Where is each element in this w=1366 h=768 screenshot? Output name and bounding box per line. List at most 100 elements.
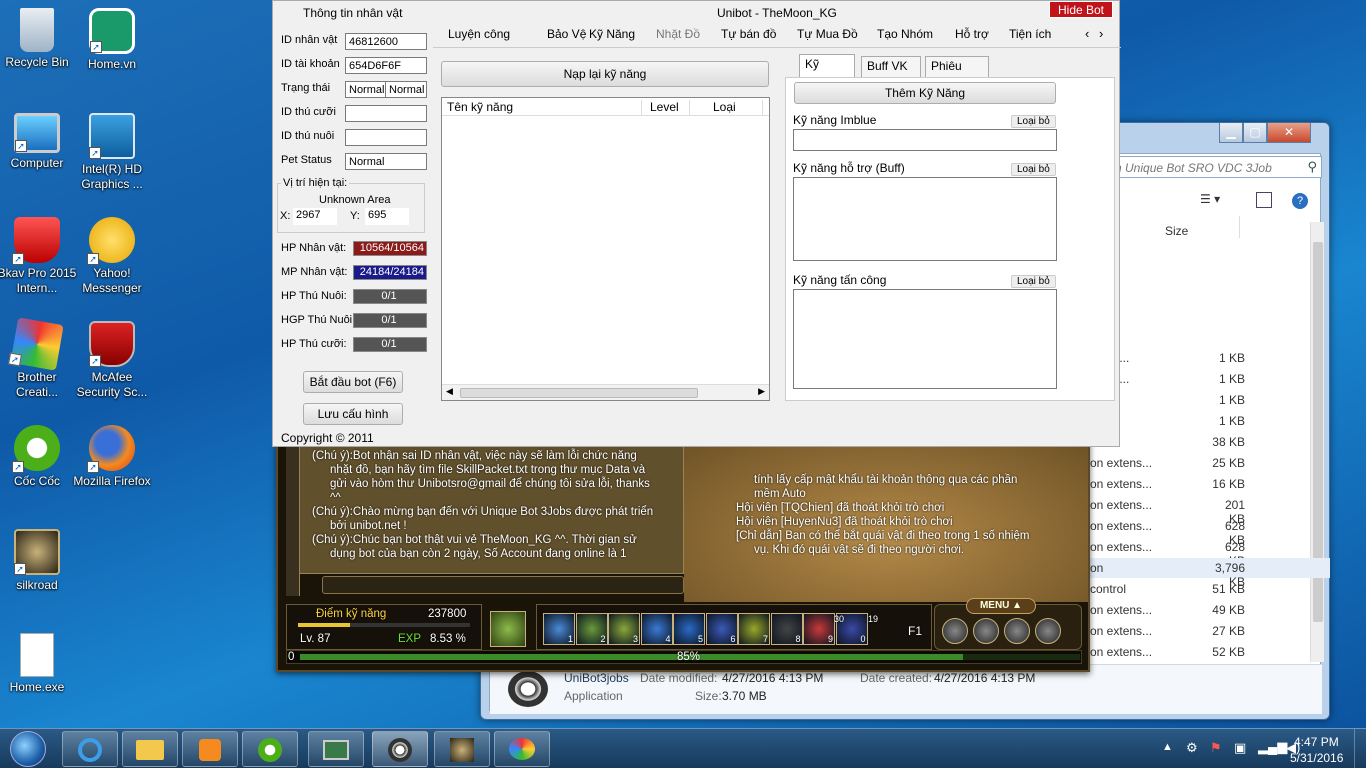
taskbar-coccoc[interactable] [242, 731, 298, 767]
desktop-icon-intel-hd[interactable]: ➚ Intel(R) HD Graphics ... [72, 113, 152, 192]
character-portrait[interactable] [490, 611, 526, 647]
menu-scroll-left-icon[interactable]: ‹ [1085, 26, 1089, 41]
close-button[interactable]: ✕ [1267, 123, 1311, 143]
skill-slot-9[interactable]: 9 [803, 613, 835, 645]
menu-scroll-right-icon[interactable]: › [1099, 26, 1103, 41]
game-menu-icon[interactable] [973, 618, 999, 644]
hscroll-thumb[interactable] [460, 388, 698, 398]
skill-tab-0[interactable]: Kỹ Năng [799, 54, 855, 90]
menu-tab-7[interactable]: Hỗ trợ [955, 27, 989, 41]
unibot-window[interactable]: Thông tin nhân vật Vị trí hiện tại: Unkn… [272, 0, 1121, 447]
taskbar-app[interactable] [308, 731, 364, 767]
menu-tab-5[interactable]: Tự Mua Đồ [797, 27, 858, 41]
desktop-icon-recycle-bin[interactable]: Recycle Bin [0, 8, 77, 70]
start-button[interactable] [10, 731, 46, 767]
remove-skill-button[interactable]: Loại bỏ [1011, 115, 1056, 128]
preview-pane-icon[interactable] [1256, 192, 1272, 208]
save-config-button[interactable]: Lưu cấu hình [303, 403, 403, 425]
show-desktop-button[interactable] [1354, 729, 1366, 768]
desktop-icon-home-exe[interactable]: Home.exe [0, 633, 77, 695]
remove-skill-button[interactable]: Loại bỏ [1011, 163, 1056, 176]
skill-tab-1[interactable]: Buff VK 2 [861, 56, 921, 92]
text-field[interactable]: 46812600 [345, 33, 427, 50]
text-field[interactable]: Normal [345, 153, 427, 170]
file-row[interactable]: n sett...1 KB [1090, 348, 1330, 368]
desktop-icon-computer[interactable]: ➚ Computer [0, 113, 77, 171]
file-row[interactable]: on extens... 16 KB [1090, 474, 1330, 494]
explorer-search-box[interactable]: h Unique Bot SRO VDC 3Job ⚲ [1112, 156, 1322, 178]
signal-icon[interactable]: ▂▄▆ [1258, 739, 1287, 755]
file-row[interactable]: on extens... 49 KB [1090, 600, 1330, 620]
file-row[interactable]: h File1 KB [1090, 411, 1330, 431]
taskbar-unibot[interactable] [372, 731, 428, 767]
taskbar-media[interactable] [182, 731, 238, 767]
remove-skill-button[interactable]: Loại bỏ [1011, 275, 1056, 288]
scroll-left-icon[interactable]: ◀ [446, 386, 453, 397]
file-row[interactable]: control 51 KB [1090, 579, 1330, 599]
table-hscrollbar[interactable]: ◀ ▶ [442, 384, 769, 400]
game-menu-icon[interactable] [1035, 618, 1061, 644]
skill-slot-8[interactable]: 8 [770, 613, 803, 645]
skill-slot-6[interactable]: 6 [705, 613, 738, 645]
skill-group-list[interactable] [793, 177, 1057, 261]
taskbar-paint[interactable] [494, 731, 550, 767]
text-field[interactable] [345, 105, 427, 122]
skill-slot-1[interactable]: 1 [543, 613, 575, 645]
help-icon[interactable]: ? [1292, 193, 1308, 209]
file-row[interactable]: on extens... 201 KB [1090, 495, 1330, 526]
view-options-icon[interactable]: ☰ ▾ [1200, 192, 1240, 210]
desktop-icon-silkroad[interactable]: ➚ silkroad [0, 529, 77, 593]
skill-table[interactable]: Tên kỹ năng Level Loại ◀ ▶ [441, 97, 770, 401]
menu-tab-0[interactable]: Luyện công [448, 27, 510, 41]
chat-scrollbar[interactable] [286, 446, 300, 596]
file-row[interactable]: n sett...1 KB [1090, 369, 1330, 389]
skill-slot-7[interactable]: 7 [738, 613, 770, 645]
skill-group-list[interactable] [793, 129, 1057, 151]
menu-tab-3[interactable]: Nhặt Đồ [656, 27, 700, 41]
menu-tab-1[interactable]: Bảo Vệ [547, 27, 586, 41]
size-column-header[interactable]: Size [1165, 224, 1188, 238]
hide-bot-button[interactable]: Hide Bot [1049, 1, 1113, 18]
clock-time[interactable]: 4:47 PM [1294, 735, 1339, 749]
skill-group-list[interactable] [793, 289, 1057, 389]
game-menu-icon[interactable] [942, 618, 968, 644]
show-hidden-icons[interactable]: ▲ [1162, 741, 1173, 753]
skill-slot-3[interactable]: 3 [608, 613, 640, 645]
game-menu-icon[interactable] [1004, 618, 1030, 644]
reload-skills-button[interactable]: Nạp lại kỹ năng [441, 61, 769, 87]
scroll-right-icon[interactable]: ▶ [758, 386, 765, 397]
file-row[interactable]: on 3,796 KB [1090, 558, 1330, 589]
chat-input[interactable] [322, 576, 684, 594]
desktop-icon-home-vn[interactable]: ➚ Home.vn [72, 8, 152, 72]
status-field-2[interactable]: Normal [385, 81, 427, 98]
skill-slot-2[interactable]: 2 [575, 613, 608, 645]
desktop-icon-coccoc[interactable]: ➚ Cốc Cốc [0, 425, 77, 489]
removable-device-icon[interactable]: ▣ [1234, 740, 1246, 756]
skill-slot-5[interactable]: 5 [673, 613, 705, 645]
file-row[interactable]: on extens... 52 KB [1090, 642, 1330, 662]
text-field[interactable] [345, 129, 427, 146]
column-level[interactable]: Level [650, 100, 690, 116]
desktop-icon-yahoo[interactable]: ➚ Yahoo! Messenger [72, 217, 152, 296]
game-menu-button[interactable]: MENU ▲ [966, 598, 1036, 614]
desktop-icon-brother[interactable]: ➚ Brother Creati... [0, 317, 77, 400]
file-row[interactable]: on extens... 25 KB [1090, 453, 1330, 473]
taskbar-silkroad[interactable] [434, 731, 490, 767]
taskbar-ie[interactable] [62, 731, 118, 767]
file-row[interactable]: nt1 KB [1090, 390, 1330, 410]
menu-tab-2[interactable]: Kỹ Năng [589, 27, 635, 41]
file-row[interactable]: on extens... 27 KB [1090, 621, 1330, 641]
file-row[interactable]: on extens...628 KB [1090, 516, 1330, 547]
desktop-icon-bkav[interactable]: ➚ Bkav Pro 2015 Intern... [0, 217, 77, 296]
status-field-1[interactable]: Normal [345, 81, 387, 98]
network-tray-icon[interactable]: ⚙ [1186, 740, 1198, 756]
text-field[interactable]: 654D6F6F [345, 57, 427, 74]
file-row[interactable]: File38 KB [1090, 432, 1330, 452]
start-bot-button[interactable]: Bắt đầu bot (F6) [303, 371, 403, 393]
add-skill-button[interactable]: Thêm Kỹ Năng [794, 82, 1056, 104]
skill-slot-4[interactable]: 4 [640, 613, 673, 645]
column-skill-name[interactable]: Tên kỹ năng [447, 100, 642, 116]
skill-tab-2[interactable]: Phiêu ảnh [925, 56, 989, 92]
minimize-button[interactable]: ▁ [1219, 123, 1243, 143]
menu-tab-6[interactable]: Tạo Nhóm [877, 27, 933, 41]
